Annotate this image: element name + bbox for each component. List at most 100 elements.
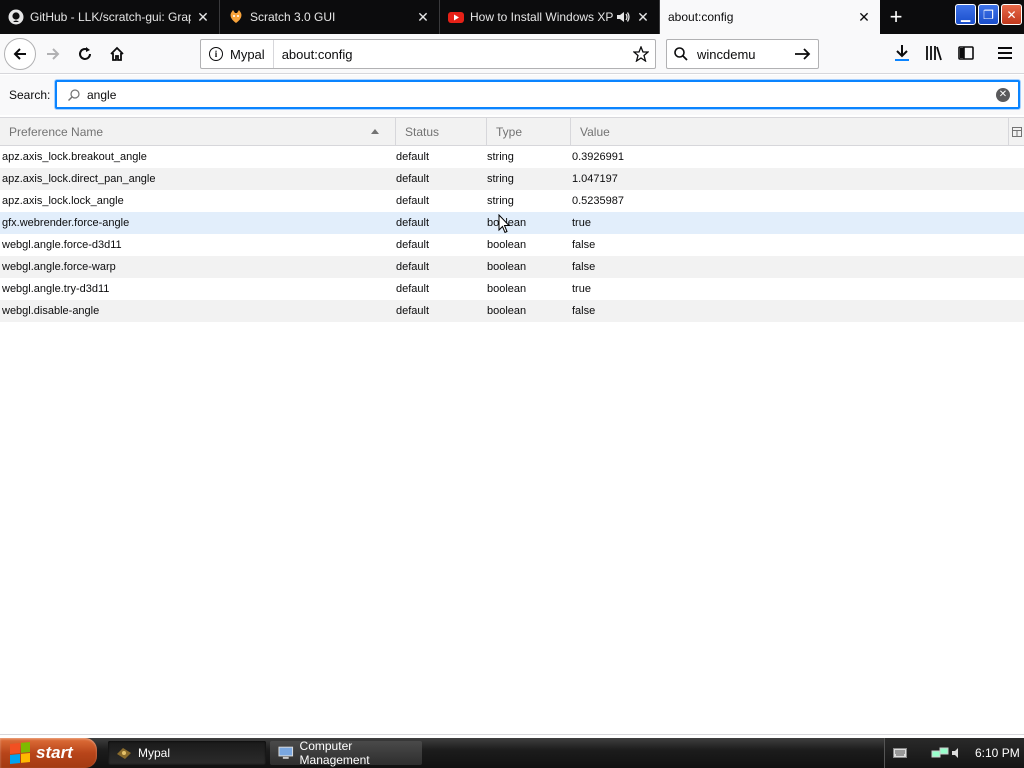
pref-type-cell: string xyxy=(487,151,514,163)
tab-close-icon[interactable]: ✕ xyxy=(195,9,211,25)
reload-icon xyxy=(79,46,91,60)
window-close-button[interactable]: ✕ xyxy=(1001,4,1022,25)
system-tray: 6:10 PM xyxy=(884,738,1024,768)
start-button[interactable]: start xyxy=(0,738,97,768)
tab-github[interactable]: GitHub - LLK/scratch-gui: Graphical ✕ xyxy=(0,0,220,34)
new-tab-button[interactable]: + xyxy=(880,0,912,34)
volume-icon[interactable] xyxy=(951,747,963,759)
sort-ascending-icon xyxy=(371,129,379,134)
tab-close-icon[interactable]: ✕ xyxy=(415,9,431,25)
url-bar[interactable]: i Mypal about:config xyxy=(200,39,656,69)
magnifier-icon xyxy=(68,88,80,101)
keyboard-icon[interactable] xyxy=(893,748,907,758)
tab-close-icon[interactable]: ✕ xyxy=(856,9,872,25)
taskbar-item-label: Mypal xyxy=(138,746,171,760)
config-search-value[interactable]: angle xyxy=(87,88,996,102)
scratch-cat-icon xyxy=(230,10,242,23)
pref-value-cell: false xyxy=(572,261,596,273)
pref-name-cell: apz.axis_lock.lock_angle xyxy=(2,195,124,207)
preferences-table: Preference Name Status Type Value apz.ax… xyxy=(0,117,1024,735)
table-row[interactable]: webgl.angle.force-warp default boolean fals… xyxy=(0,256,1024,278)
column-header-label: Status xyxy=(405,124,440,139)
pref-value-cell: false xyxy=(572,239,596,251)
pref-name-cell: apz.axis_lock.direct_pan_angle xyxy=(2,173,156,185)
site-identity[interactable]: i Mypal xyxy=(201,40,274,68)
search-go-arrow-icon[interactable] xyxy=(794,46,812,62)
back-button[interactable] xyxy=(4,37,36,70)
forward-button[interactable] xyxy=(37,38,69,70)
reload-button[interactable] xyxy=(69,38,101,70)
table-row[interactable]: webgl.disable-angle default boolean false xyxy=(0,300,1024,322)
config-search-row: Search: angle ✕ xyxy=(0,75,1024,115)
tab-close-icon[interactable]: ✕ xyxy=(635,9,651,25)
speaker-icon[interactable] xyxy=(615,9,631,25)
restore-button[interactable]: ❐ xyxy=(978,4,999,25)
minimize-button[interactable]: ▁ xyxy=(955,4,976,25)
column-header-label: Preference Name xyxy=(9,124,104,139)
pref-status-cell: default xyxy=(396,305,430,317)
pref-status-cell: default xyxy=(396,217,430,229)
download-icon xyxy=(895,45,909,61)
menu-button[interactable] xyxy=(991,38,1019,68)
sidebar-icon xyxy=(958,46,974,60)
clock[interactable]: 6:10 PM xyxy=(975,746,1020,760)
downloads-button[interactable] xyxy=(888,38,916,68)
home-button[interactable] xyxy=(101,38,133,70)
table-row[interactable]: apz.axis_lock.lock_angle default string 0.5… xyxy=(0,190,1024,212)
pref-name-cell: webgl.angle.try-d3d11 xyxy=(2,283,110,295)
taskbar-item-label: Computer Management xyxy=(299,739,370,767)
tab-scratch[interactable]: Scratch 3.0 GUI ✕ xyxy=(220,0,440,34)
sidebar-button[interactable] xyxy=(952,38,980,68)
column-header-label: Type xyxy=(496,124,523,139)
config-search-input[interactable]: angle ✕ xyxy=(55,80,1020,109)
pref-value-cell: 0.5235987 xyxy=(572,195,624,207)
pref-name-cell: webgl.disable-angle xyxy=(2,305,100,317)
pref-status-cell: default xyxy=(396,151,430,163)
column-header-name[interactable]: Preference Name xyxy=(0,118,396,145)
column-header-status[interactable]: Status xyxy=(396,118,487,145)
tab-strip: GitHub - LLK/scratch-gui: Graphical ✕ Sc… xyxy=(0,0,1024,34)
navigation-toolbar: i Mypal about:config wincdemu xyxy=(0,34,1024,74)
table-row[interactable]: gfx.webrender.force-angle default boolean t… xyxy=(0,212,1024,234)
pref-status-cell: default xyxy=(396,173,430,185)
table-body: apz.axis_lock.breakout_angle default strin… xyxy=(0,146,1024,322)
pref-value-cell: false xyxy=(572,305,596,317)
pref-value-cell: true xyxy=(572,283,591,295)
config-search-label: Search: xyxy=(9,88,51,102)
pref-type-cell: string xyxy=(487,195,514,207)
network-icon[interactable] xyxy=(931,746,949,760)
github-icon xyxy=(8,9,24,25)
pref-type-cell: boolean xyxy=(487,261,527,273)
web-search-bar[interactable]: wincdemu xyxy=(666,39,819,69)
window-controls: ▁ ❐ ✕ xyxy=(955,4,1024,25)
tab-title: How to Install Windows XP KVM xyxy=(470,10,613,24)
tab-youtube[interactable]: How to Install Windows XP KVM ✕ xyxy=(440,0,660,34)
taskbar-item-mypal[interactable]: Mypal xyxy=(108,741,266,765)
pref-type-cell: boolean xyxy=(487,217,527,229)
bookmark-star-icon[interactable] xyxy=(627,46,655,62)
pref-value-cell: true xyxy=(572,217,591,229)
taskbar-item-computer-management[interactable]: Computer Management xyxy=(270,739,422,767)
url-text[interactable]: about:config xyxy=(274,47,627,62)
tab-about-config[interactable]: about:config ✕ xyxy=(660,0,880,34)
table-row[interactable]: webgl.angle.force-d3d11 default boolean fal… xyxy=(0,234,1024,256)
home-icon xyxy=(110,46,124,61)
column-header-label: Value xyxy=(580,124,610,139)
pref-status-cell: default xyxy=(396,195,430,207)
clear-search-icon[interactable]: ✕ xyxy=(996,87,1010,102)
pref-name-cell: webgl.angle.force-d3d11 xyxy=(2,239,122,251)
column-header-value[interactable]: Value xyxy=(571,118,1024,145)
table-row[interactable]: webgl.angle.try-d3d11 default boolean true xyxy=(0,278,1024,300)
table-row[interactable]: apz.axis_lock.breakout_angle default strin… xyxy=(0,146,1024,168)
library-button[interactable] xyxy=(920,38,948,68)
hamburger-menu-icon xyxy=(998,47,1012,59)
pref-name-cell: webgl.angle.force-warp xyxy=(2,261,116,273)
table-header: Preference Name Status Type Value xyxy=(0,118,1024,146)
web-search-input[interactable]: wincdemu xyxy=(689,47,794,62)
column-header-type[interactable]: Type xyxy=(487,118,571,145)
pref-value-cell: 1.047197 xyxy=(572,173,618,185)
table-row[interactable]: apz.axis_lock.direct_pan_angle default str… xyxy=(0,168,1024,190)
pref-status-cell: default xyxy=(396,283,430,295)
column-picker-icon[interactable] xyxy=(1008,118,1024,146)
arrow-left-icon xyxy=(13,47,26,60)
